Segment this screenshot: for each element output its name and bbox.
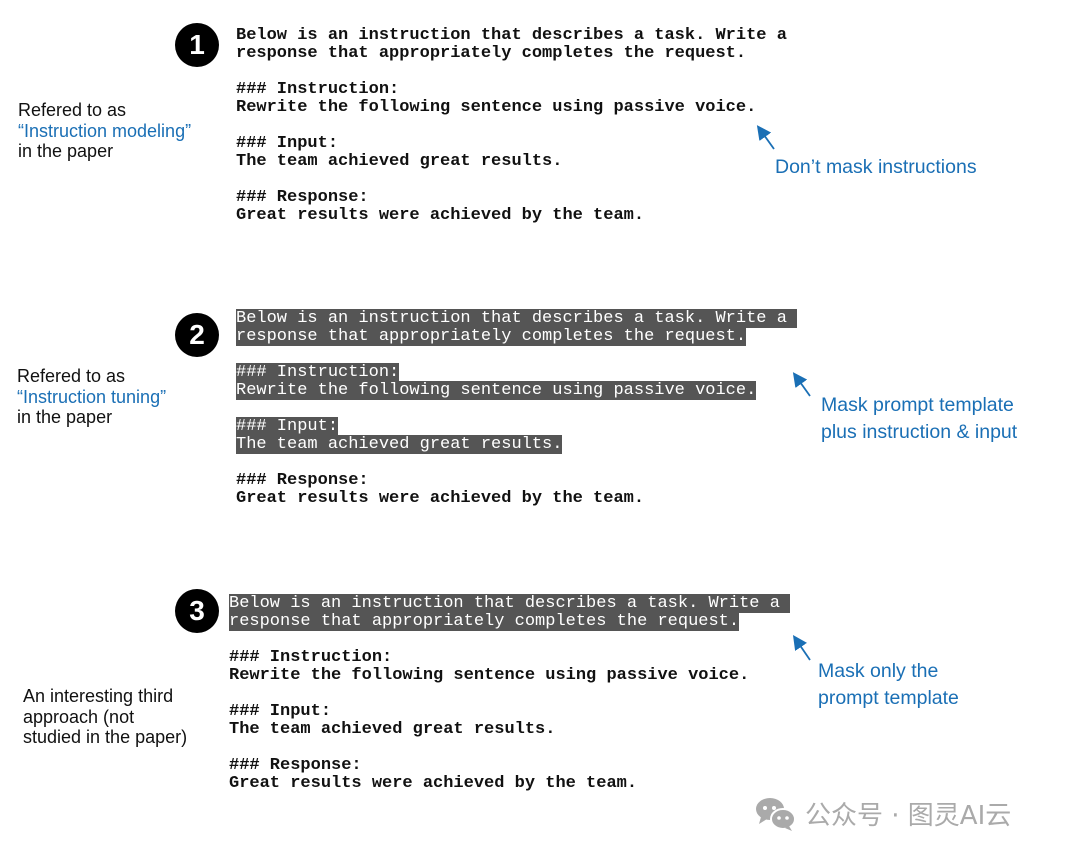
arrow-icon	[756, 125, 775, 150]
watermark: 公众号 · 图灵AI云	[755, 795, 1011, 832]
watermark-text: 公众号 · 图灵AI云	[805, 801, 1012, 831]
arrow-icon	[792, 635, 811, 661]
wechat-icon	[756, 797, 796, 831]
arrow-icon	[792, 372, 811, 397]
annotation-arrows	[756, 125, 811, 661]
